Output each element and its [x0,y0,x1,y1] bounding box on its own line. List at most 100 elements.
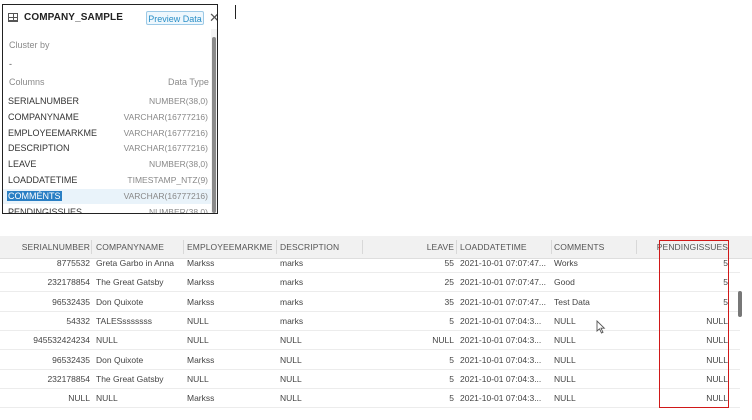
column-type: NUMBER(38,0) [148,159,208,170]
column-header-serialnumber[interactable]: SERIALNUMBER [6,242,90,252]
cell-loaddatetime: 2021-10-01 07:04:3... [460,373,542,384]
cell-comments: NULL [554,354,576,365]
cell-companyname: The Great Gatsby [96,373,164,384]
cell-employeemarkme: NULL [187,335,209,346]
table-row[interactable]: NULL NULL Markss NULL 5 2021-10-01 07:04:3...… [0,388,740,409]
table-row[interactable]: 232178854 The Great Gatsby Markss marks 25 20… [0,272,740,293]
cell-employeemarkme: Markss [187,277,215,288]
cell-leave: 5 [449,315,454,326]
cluster-by-label: Cluster by [9,40,50,50]
cell-serialnumber: 232178854 [47,373,90,384]
column-type: VARCHAR(16777216) [123,127,208,138]
preview-data-button[interactable]: Preview Data [146,11,204,25]
column-item-comments[interactable]: COMMÉNTS VARCHAR(16777216) [3,188,215,204]
column-header-leave[interactable]: LEAVE [365,242,454,252]
column-name: LEAVE [8,159,37,170]
cell-serialnumber: 232178854 [47,277,90,288]
column-name: EMPLOYEEMARKME [8,127,98,138]
table-row[interactable]: 54332 TALESsssssss NULL marks 5 2021-10-01 07… [0,311,740,331]
column-item-companyname[interactable]: COMPANYNAME VARCHAR(16777216) [3,110,215,125]
cell-employeemarkme: NULL [187,373,209,384]
table-icon [8,13,18,22]
cell-description: marks [280,277,304,288]
column-divider[interactable] [276,240,277,254]
column-item-description[interactable]: DESCRIPTION VARCHAR(16777216) [3,141,215,156]
column-name: DESCRIPTION [8,143,70,154]
column-name: SERIALNUMBER [8,96,80,106]
column-divider[interactable] [183,240,184,254]
column-header-employeemarkme[interactable]: EMPLOYEEMARKME [187,242,272,252]
cell-loaddatetime: 2021-10-01 07:07:47... [460,296,547,307]
cell-comments: Good [554,277,575,288]
cell-serialnumber: 8775532 [56,258,90,268]
cell-companyname: The Great Gatsby [96,277,164,288]
cell-comments: NULL [554,315,576,326]
cell-description: marks [280,258,304,268]
column-name: PENDINGISSUES [8,206,83,214]
column-type: VARCHAR(16777216) [123,143,208,154]
column-item-loaddatetime[interactable]: LOADDATETIME TIMESTAMP_NTZ(9) [3,173,215,188]
cell-employeemarkme: NULL [187,315,209,326]
table-row[interactable]: 8775532 Greta Garbo in Anna Markss marks 55 2… [0,253,740,273]
column-name: COMMÉNTS [7,190,62,201]
table-row[interactable]: 96532435 Don Quixote Markss marks 35 2021-10-… [0,292,740,312]
cell-leave: 5 [449,373,454,384]
column-item-leave[interactable]: LEAVE NUMBER(38,0) [3,157,215,172]
cell-description: marks [280,296,304,307]
schema-panel-header: COMPANY_SAMPLE Preview Data ✕ [3,5,217,29]
column-divider[interactable] [362,240,363,254]
column-header-loaddatetime[interactable]: LOADDATETIME [460,242,527,252]
cell-comments: Test Data [554,296,590,307]
column-item-pendingissues[interactable]: PENDINGISSUES NUMBER(38,0) [3,205,215,214]
cell-companyname: Don Quixote [96,354,144,365]
table-row[interactable]: 96532435 Don Quixote Markss NULL 5 2021-10-01… [0,350,740,370]
cell-companyname: NULL [96,393,118,404]
cell-serialnumber: 54332 [66,315,90,326]
column-divider[interactable] [636,240,637,254]
cell-employeemarkme: Markss [187,296,215,307]
mouse-pointer-icon [596,320,606,334]
column-divider[interactable] [91,240,92,254]
text-cursor [235,5,236,19]
cell-companyname: NULL [96,335,118,346]
panel-scrollbar-thumb[interactable] [212,37,216,213]
table-title: COMPANY_SAMPLE [24,12,124,23]
cell-description: NULL [280,354,302,365]
column-divider[interactable] [551,240,552,254]
cell-loaddatetime: 2021-10-01 07:04:3... [460,315,542,326]
cell-serialnumber: NULL [68,393,90,404]
column-type: TIMESTAMP_NTZ(9) [127,175,208,185]
column-type: NUMBER(38,0) [148,96,208,106]
cell-loaddatetime: 2021-10-01 07:07:47... [460,258,547,268]
cell-employeemarkme: Markss [187,354,215,365]
cell-leave: 5 [449,354,454,365]
table-row[interactable]: 232178854 The Great Gatsby NULL NULL 5 2021-1… [0,369,740,389]
cluster-by-value: - [9,59,12,69]
cell-serialnumber: 96532435 [52,354,90,365]
table-row[interactable]: 945532424234 NULL NULL NULL NULL 2021-10-01 0… [0,330,740,351]
grid-scrollbar-thumb[interactable] [738,291,742,317]
column-item-serialnumber[interactable]: SERIALNUMBER NUMBER(38,0) [3,94,215,109]
cell-loaddatetime: 2021-10-01 07:07:47... [460,277,547,288]
cell-leave: 5 [449,393,454,404]
cell-loaddatetime: 2021-10-01 07:04:3... [460,393,542,404]
cell-comments: NULL [554,393,576,404]
schema-panel: COMPANY_SAMPLE Preview Data ✕ Cluster by… [2,4,218,214]
cell-comments: NULL [554,335,576,346]
cell-serialnumber: 96532435 [52,296,90,307]
column-header-comments[interactable]: COMMENTS [554,242,604,252]
column-type: VARCHAR(16777216) [123,111,208,122]
column-item-employeemarkme[interactable]: EMPLOYEEMARKME VARCHAR(16777216) [3,126,215,141]
column-divider[interactable] [456,240,457,254]
column-header-description[interactable]: DESCRIPTION [280,242,339,252]
cell-description: marks [280,315,304,326]
column-type: NUMBER(38,0) [148,206,208,214]
cell-companyname: Greta Garbo in Anna [96,258,174,268]
columns-label: Columns [9,77,45,87]
cell-employeemarkme: Markss [187,393,215,404]
cell-loaddatetime: 2021-10-01 07:04:3... [460,335,542,346]
close-icon[interactable]: ✕ [209,11,217,24]
cell-description: NULL [280,335,302,346]
column-name: COMPANYNAME [8,111,79,122]
column-header-companyname[interactable]: COMPANYNAME [96,242,164,252]
